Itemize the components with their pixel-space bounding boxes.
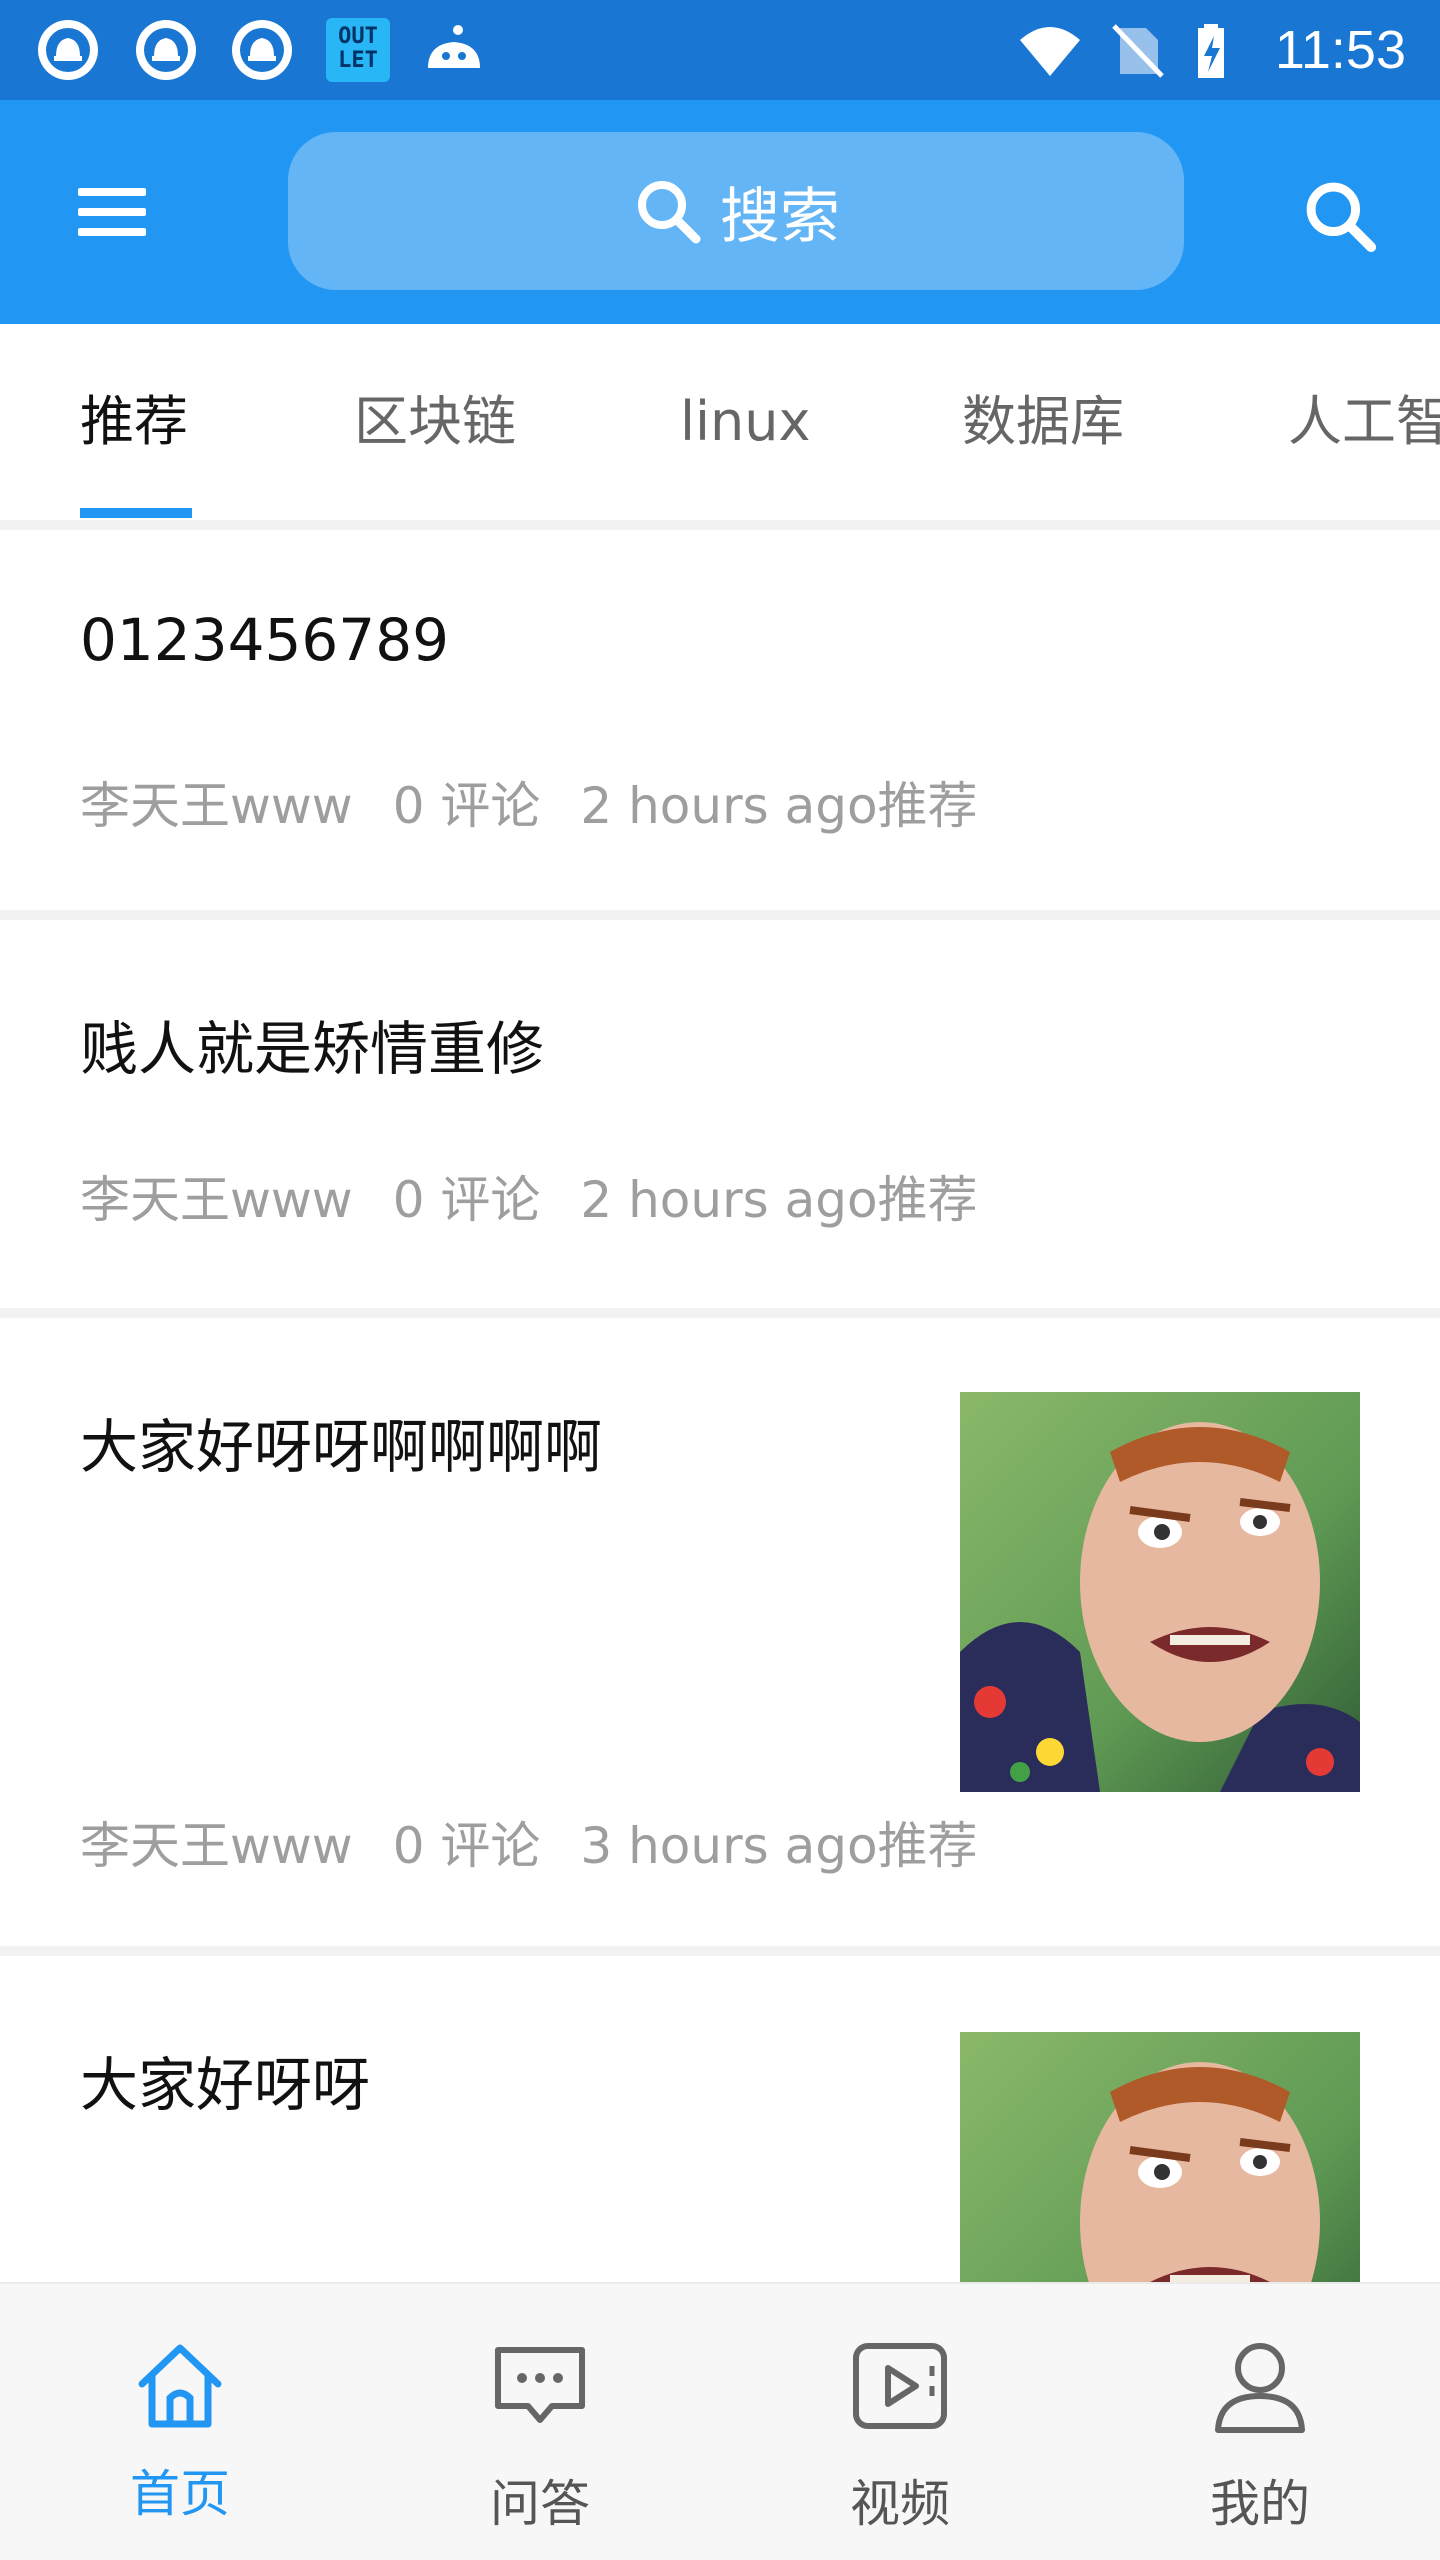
bottom-navigation: 首页 问答 视频 我的 [0,2282,1440,2560]
tab-linux[interactable]: linux [680,386,810,458]
item-author: 李天王www [80,1171,353,1229]
app-notification-icon [232,20,292,80]
home-icon [138,2344,222,2428]
nav-label: 首页 [130,2465,230,2523]
tab-indicator [80,508,192,518]
tab-recommend[interactable]: 推荐 [80,386,188,458]
person-icon [1215,2343,1305,2433]
nav-qa[interactable]: 问答 [360,2284,720,2560]
list-item[interactable]: 大家好呀呀 [0,1956,1440,2282]
search-button[interactable] [1300,176,1380,256]
item-comments: 0 评论 [392,1817,541,1875]
item-comments: 0 评论 [392,777,541,835]
divider [0,1946,1440,1956]
search-icon [638,181,701,244]
nav-video[interactable]: 视频 [720,2284,1080,2560]
status-bar: OUT LET 11:53 [0,0,1440,100]
item-time: 3 hours ago推荐 [580,1817,978,1875]
divider [0,1308,1440,1318]
tab-database[interactable]: 数据库 [962,386,1124,458]
item-title: 大家好呀呀 [80,2051,371,2119]
nav-home[interactable]: 首页 [0,2284,360,2560]
tab-blockchain[interactable]: 区块链 [354,386,516,458]
battery-charging-icon [1198,24,1224,78]
clock: 11:53 [1274,20,1406,80]
search-bar[interactable]: 搜索 [288,132,1184,290]
wifi-icon [1020,27,1080,76]
category-tabs: 推荐 区块链 linux 数据库 人工智能 [0,324,1440,520]
item-meta: 李天王www 0 评论 3 hours ago推荐 [80,1806,978,1878]
item-meta: 李天王www 0 评论 2 hours ago推荐 [80,766,978,838]
item-title: 大家好呀呀啊啊啊啊 [80,1413,603,1481]
menu-button[interactable] [70,176,154,248]
nav-label: 问答 [490,2475,590,2533]
item-time: 2 hours ago推荐 [580,1171,978,1229]
divider [0,520,1440,530]
search-placeholder: 搜索 [720,181,840,252]
list-item[interactable]: 大家好呀呀啊啊啊啊 李天王www 0 评论 3 hours ago推荐 [0,1318,1440,1946]
app-notification-icon [136,20,196,80]
item-title: 贱人就是矫情重修 [80,1015,545,1083]
video-play-icon [853,2343,947,2429]
item-time: 2 hours ago推荐 [580,777,978,835]
item-author: 李天王www [80,1817,353,1875]
item-author: 李天王www [80,777,353,835]
search-icon [1306,182,1377,253]
no-sim-icon [1112,24,1164,78]
item-meta: 李天王www 0 评论 2 hours ago推荐 [80,1160,978,1232]
divider [0,910,1440,920]
chat-bubble-icon [495,2347,585,2423]
item-comments: 0 评论 [392,1171,541,1229]
nav-me[interactable]: 我的 [1080,2284,1440,2560]
list-item[interactable]: 贱人就是矫情重修 李天王www 0 评论 2 hours ago推荐 [0,920,1440,1308]
app-bar: 搜索 [0,100,1440,324]
item-thumbnail [960,2032,1360,2282]
list-item[interactable]: 0123456789 李天王www 0 评论 2 hours ago推荐 [0,530,1440,910]
outlet-app-icon: OUT LET [326,18,390,82]
nav-label: 我的 [1210,2475,1310,2533]
item-thumbnail [960,1392,1360,1792]
cloud-app-icon [428,25,480,68]
app-notification-icon [38,20,98,80]
item-title: 0123456789 [80,606,450,674]
tab-ai[interactable]: 人工智能 [1288,386,1440,458]
nav-label: 视频 [850,2475,950,2533]
